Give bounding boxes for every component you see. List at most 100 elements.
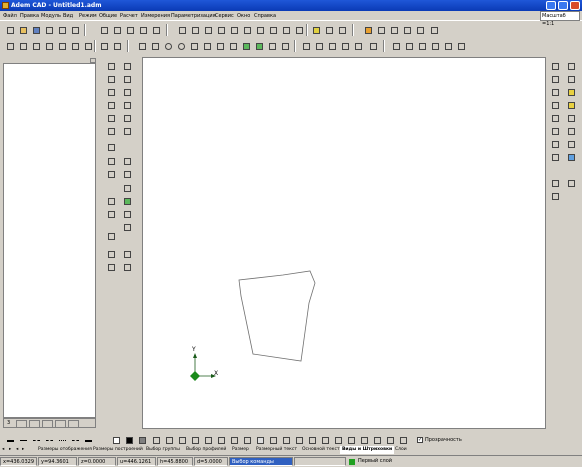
thread-icon[interactable] — [105, 168, 116, 179]
menu-calc[interactable]: Расчет — [120, 12, 138, 20]
text-style-icon[interactable] — [313, 40, 324, 51]
trim-icon[interactable] — [105, 73, 116, 84]
line-thin-icon[interactable] — [17, 434, 28, 445]
menu-general[interactable]: Общие — [99, 12, 117, 20]
hatch-horiz-icon[interactable] — [202, 434, 213, 445]
panel-tab-tree-icon[interactable] — [29, 420, 40, 428]
hatch-icon[interactable] — [240, 40, 251, 51]
extend-icon[interactable] — [121, 73, 132, 84]
pattern-icon[interactable] — [266, 40, 277, 51]
line-none-icon[interactable] — [95, 434, 106, 445]
view-right-icon[interactable] — [267, 24, 278, 35]
menu-window[interactable]: Окно — [237, 12, 250, 20]
section-icon[interactable] — [105, 195, 116, 206]
cut-plane-icon[interactable] — [121, 195, 132, 206]
grid-icon[interactable] — [279, 40, 290, 51]
transparency-checkbox[interactable]: ✓ — [417, 437, 423, 443]
move-icon[interactable] — [121, 112, 132, 123]
panel-tab-number[interactable]: 3 — [7, 420, 10, 426]
hatch-rubber-icon[interactable] — [371, 434, 382, 445]
sketch-contour[interactable] — [238, 270, 316, 362]
save-icon[interactable] — [30, 24, 41, 35]
check-icon[interactable] — [339, 40, 350, 51]
snap-end-icon[interactable] — [549, 60, 560, 71]
dim-ordinate-icon[interactable] — [455, 40, 466, 51]
status-layer[interactable]: Первый слой — [356, 457, 582, 466]
shaft-icon[interactable] — [121, 182, 132, 193]
import-icon[interactable] — [82, 40, 93, 51]
export-icon[interactable] — [69, 40, 80, 51]
hole-icon[interactable] — [121, 155, 132, 166]
delete-icon[interactable] — [121, 125, 132, 136]
spline-icon[interactable] — [188, 40, 199, 51]
undo-icon[interactable] — [98, 40, 109, 51]
search-icon[interactable] — [414, 24, 425, 35]
projection-icon[interactable] — [121, 208, 132, 219]
hatch-stone-icon[interactable] — [332, 434, 343, 445]
measure-dist-icon[interactable] — [549, 177, 560, 188]
snap-mid-icon[interactable] — [565, 60, 576, 71]
rotate-icon[interactable] — [105, 99, 116, 110]
snap-track-icon[interactable] — [565, 125, 576, 136]
arc-icon[interactable] — [124, 24, 135, 35]
snap-settings-icon[interactable] — [549, 151, 560, 162]
tab-main-text[interactable]: Основной текст — [300, 446, 342, 454]
view-front-icon[interactable] — [176, 24, 187, 35]
line-solid-icon[interactable] — [4, 434, 15, 445]
tree-icon[interactable] — [375, 24, 386, 35]
snap-ortho-icon[interactable] — [565, 112, 576, 123]
dim-diameter-icon[interactable] — [442, 40, 453, 51]
hatch-tile-icon[interactable] — [358, 434, 369, 445]
point-icon[interactable] — [105, 60, 116, 71]
zoom-icon[interactable] — [310, 24, 321, 35]
fill-gray-icon[interactable] — [136, 434, 147, 445]
circle-icon[interactable] — [162, 40, 173, 51]
dim-angular-icon[interactable] — [416, 40, 427, 51]
model-icon[interactable] — [4, 40, 15, 51]
spec-icon[interactable] — [105, 248, 116, 259]
snap-center-icon[interactable] — [549, 73, 560, 84]
panel-tab-folder-icon[interactable] — [68, 420, 79, 428]
hatch-vert-icon[interactable] — [189, 434, 200, 445]
window-icon[interactable] — [280, 24, 291, 35]
fill-icon[interactable] — [253, 40, 264, 51]
view-iso-icon[interactable] — [215, 24, 226, 35]
tab-select-profiles[interactable]: Выбор профилей — [184, 446, 228, 454]
drawing-canvas[interactable]: Y X — [142, 57, 546, 429]
weld-icon[interactable] — [121, 248, 132, 259]
dim-aligned-icon[interactable] — [403, 40, 414, 51]
snap-color-icon[interactable] — [565, 151, 576, 162]
fill-black-icon[interactable] — [123, 434, 134, 445]
refresh-icon[interactable] — [336, 24, 347, 35]
dim-radius-icon[interactable] — [429, 40, 440, 51]
measure-angle-icon[interactable] — [549, 190, 560, 201]
tab-dim-text[interactable]: Размерный текст — [254, 446, 299, 454]
snap-icon[interactable] — [367, 40, 378, 51]
tab-nav-last-icon[interactable]: ▸ — [20, 446, 26, 454]
menu-mode[interactable]: Режим — [79, 12, 97, 20]
chamfer-icon[interactable] — [105, 141, 116, 152]
hatch-steel-icon[interactable] — [241, 434, 252, 445]
menu-edit[interactable]: Правка — [20, 12, 39, 20]
tab-select-group[interactable]: Выбор группы — [144, 446, 182, 454]
mirror-icon[interactable] — [121, 86, 132, 97]
group-icon[interactable] — [17, 40, 28, 51]
gear-icon[interactable] — [121, 221, 132, 232]
menu-measure[interactable]: Измерения — [141, 12, 170, 20]
pen-icon[interactable] — [98, 24, 109, 35]
panel-tab-tools-icon[interactable] — [55, 420, 66, 428]
scale-field[interactable]: Масштаб =1:1 — [540, 11, 580, 27]
tab-dimension[interactable]: Размер — [230, 446, 251, 454]
panel-close-icon[interactable] — [90, 58, 96, 63]
text-icon[interactable] — [300, 40, 311, 51]
snap-quad-icon[interactable] — [565, 99, 576, 110]
menu-view[interactable]: Вид — [63, 12, 73, 20]
layer-icon[interactable] — [30, 40, 41, 51]
hatch-dots-icon[interactable] — [228, 434, 239, 445]
line-bold-icon[interactable] — [82, 434, 93, 445]
brush-icon[interactable] — [111, 24, 122, 35]
snap-off-icon[interactable] — [565, 138, 576, 149]
hatch-brick-icon[interactable] — [215, 434, 226, 445]
info-icon[interactable] — [428, 24, 439, 35]
fillet-icon[interactable] — [105, 155, 116, 166]
